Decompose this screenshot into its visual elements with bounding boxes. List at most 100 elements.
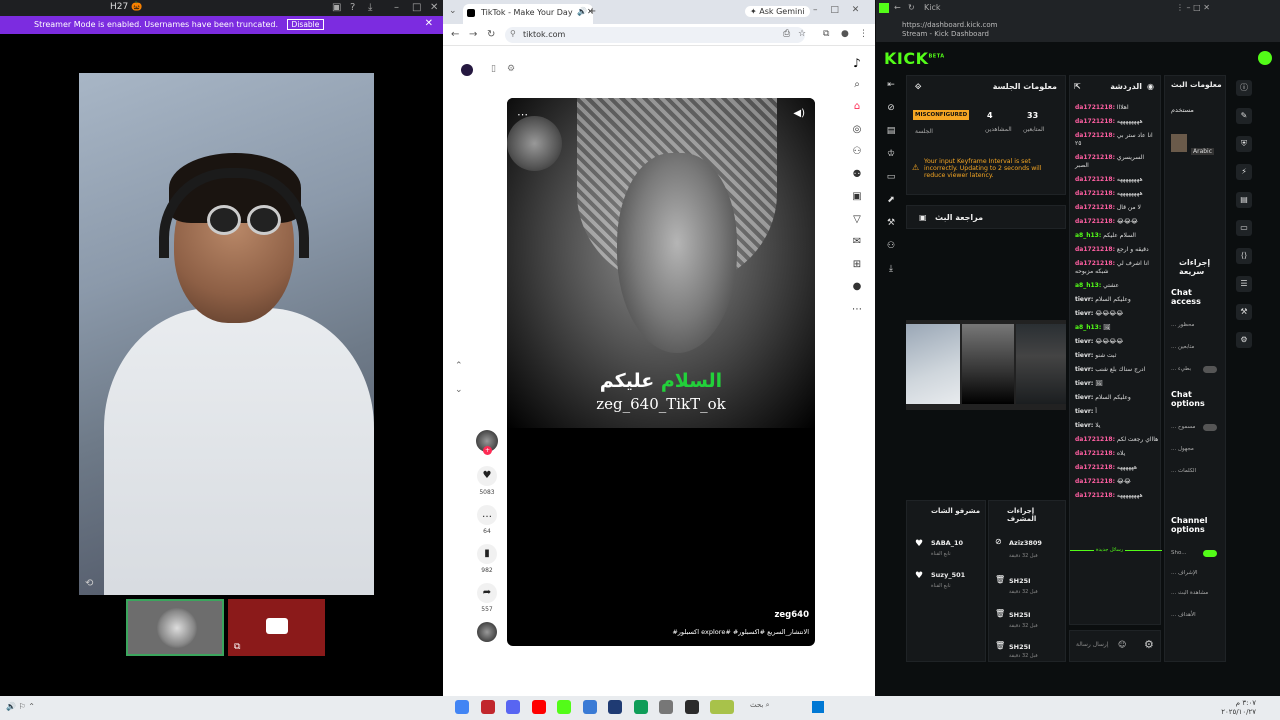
kick-url-bar[interactable]: https://dashboard.kick.com Stream - Kick…	[876, 18, 1280, 42]
chart-icon[interactable]: ⬈	[882, 195, 900, 218]
trophy-icon[interactable]: ♔	[882, 149, 900, 172]
video-sound-icon[interactable]: ◀)	[793, 108, 805, 119]
next-video-icon[interactable]: ⌄	[455, 378, 463, 402]
chat-username[interactable]: tievr:	[1075, 408, 1093, 415]
chat-username[interactable]: da1721218:	[1075, 246, 1115, 253]
home-icon[interactable]: ⌂	[847, 101, 867, 124]
site-info-icon[interactable]: ⚲	[510, 29, 516, 38]
author-avatar[interactable]: +	[476, 430, 498, 455]
stream-thumbnail[interactable]	[1171, 134, 1187, 152]
bolt-icon[interactable]: ⚡	[1234, 164, 1254, 192]
chat-username[interactable]: a8_h13:	[1075, 324, 1101, 331]
tiktok-video[interactable]: ⋯ ◀) السلام عليكم zeg_640_TikT_ok zeg640…	[507, 98, 815, 646]
window-controls[interactable]: – □ ✕	[813, 5, 859, 15]
back-icon[interactable]: ←	[451, 29, 459, 40]
help-icon[interactable]: ?	[350, 2, 355, 13]
reload-icon[interactable]: ↻	[487, 29, 495, 40]
chat-username[interactable]: da1721218:	[1075, 478, 1115, 485]
code-icon[interactable]: ⟨⟩	[1234, 248, 1254, 276]
kick-window-controls[interactable]: ⋮ – □ ✕	[1176, 3, 1210, 12]
chat-username[interactable]: da1721218:	[1075, 492, 1115, 499]
kick-back-icon[interactable]: ←	[894, 3, 901, 12]
pip-icon[interactable]: ▣	[332, 2, 341, 13]
comment-action[interactable]: … 64	[475, 505, 499, 535]
chat-popout-icon[interactable]: ⇱	[1074, 82, 1081, 91]
video-hashtags[interactable]: #اكسبلور explore# #الانتشار_السريع #اكسب…	[672, 628, 809, 636]
chat-username[interactable]: da1721218:	[1075, 450, 1115, 457]
chat-username[interactable]: tievr:	[1075, 338, 1093, 345]
show-label[interactable]: Sho...	[1171, 550, 1187, 556]
chrome-taskbar-icon[interactable]	[455, 700, 469, 714]
wrench-icon[interactable]: ⚒	[1234, 304, 1254, 332]
bookmark-star-icon[interactable]: ☆	[798, 29, 806, 39]
chat-username[interactable]: da1721218:	[1075, 204, 1115, 211]
profile-avatar-icon[interactable]: ●	[847, 281, 867, 304]
chat-username[interactable]: tievr:	[1075, 352, 1093, 359]
access-row-3[interactable]: ... بطيء	[1171, 366, 1191, 372]
people-icon[interactable]: ⚇	[882, 241, 900, 264]
speaker-icon[interactable]: 🔊	[577, 7, 587, 16]
tiktok-profile-dot[interactable]	[461, 64, 473, 76]
save-action[interactable]: ▮ 982	[475, 544, 499, 574]
more-icon[interactable]: ⋯	[847, 304, 867, 327]
emoji-icon[interactable]: ☺	[1118, 640, 1126, 649]
chat-username[interactable]: tievr:	[1075, 422, 1093, 429]
kick-tab-title[interactable]: Kick	[924, 3, 941, 12]
app6-taskbar-icon[interactable]	[582, 700, 597, 714]
comment-icon[interactable]: …	[477, 505, 497, 525]
activity-icon[interactable]: ▽	[847, 214, 867, 237]
banner-close-icon[interactable]: ✕	[425, 18, 433, 29]
chat-username[interactable]: a8_h13:	[1075, 282, 1101, 289]
chat-username[interactable]: tievr:	[1075, 366, 1093, 373]
chat-username[interactable]: tievr:	[1075, 310, 1093, 317]
url-input[interactable]: ⚲ tiktok.com	[505, 27, 805, 43]
action-user-1[interactable]: Aziz3809	[1009, 539, 1042, 547]
tray-icons-left[interactable]: 🔊 ⚐ ⌃	[6, 702, 35, 711]
list-icon[interactable]: ☰	[1234, 276, 1254, 304]
settings-icon[interactable]: ⚙	[507, 64, 515, 74]
option-row-3[interactable]: ... الكلمات	[1171, 468, 1196, 474]
chat-username[interactable]: tievr:	[1075, 394, 1093, 401]
main-video-feed[interactable]: ⟲	[79, 73, 374, 595]
like-action[interactable]: ♥ 5083	[475, 466, 499, 496]
prev-video-icon[interactable]: ⌃	[455, 354, 463, 378]
app11-taskbar-icon[interactable]	[710, 700, 734, 714]
live-icon[interactable]: ▣	[847, 191, 867, 214]
link-icon[interactable]: ⊘	[882, 103, 900, 126]
info-icon[interactable]: ⓘ	[1234, 80, 1254, 108]
chat-settings-icon[interactable]: ⚙	[1144, 638, 1154, 651]
app2-taskbar-icon[interactable]	[480, 700, 495, 714]
extensions-icon[interactable]: ⧉	[823, 29, 829, 39]
collapse-icon[interactable]: ⇤	[882, 80, 900, 103]
action-user-2[interactable]: SH25I	[1009, 577, 1031, 585]
chat-username[interactable]: da1721218:	[1075, 436, 1115, 443]
explore-icon[interactable]: ◎	[847, 124, 867, 147]
chat-username[interactable]: da1721218:	[1075, 176, 1115, 183]
kick-logo[interactable]: KICKBETA	[884, 49, 945, 68]
messages-icon[interactable]: ✉	[847, 236, 867, 259]
maximize-icon[interactable]: □	[412, 2, 421, 13]
slow-mode-toggle[interactable]	[1203, 366, 1217, 373]
tool-icon[interactable]: ⚒	[882, 218, 900, 241]
new-tab-icon[interactable]: +	[588, 6, 596, 17]
app7-taskbar-icon[interactable]	[608, 700, 622, 714]
channel-row-2[interactable]: ... مشاهدة البث	[1171, 590, 1208, 596]
share-action[interactable]: ➦ 557	[475, 583, 499, 613]
chat-username[interactable]: da1721218:	[1075, 154, 1115, 161]
upload-icon[interactable]: ⊞	[847, 259, 867, 282]
tab-tiktok[interactable]: TikTok - Make Your Day 🔊 ✕	[463, 4, 594, 24]
forward-icon[interactable]: →	[469, 29, 477, 40]
chat-username[interactable]: tievr:	[1075, 296, 1093, 303]
kick-reload-icon[interactable]: ↻	[908, 3, 915, 12]
taskbar-clock[interactable]: ٣:٠٧ م ٢٠٢٥/١٠/٢٧	[1221, 699, 1256, 717]
chat-username[interactable]: tievr:	[1075, 380, 1093, 387]
download-icon[interactable]: ⤓	[368, 2, 372, 13]
friends-icon[interactable]: ⚉	[847, 169, 867, 192]
sound-avatar[interactable]	[477, 622, 497, 642]
kick-taskbar-icon[interactable]	[557, 700, 571, 714]
video-more-icon[interactable]: ⋯	[517, 108, 528, 121]
camera-icon[interactable]: ▭	[882, 172, 900, 195]
option-toggle-1[interactable]	[1203, 424, 1217, 431]
participant-thumbnail[interactable]	[126, 599, 224, 656]
chat-username[interactable]: da1721218:	[1075, 132, 1115, 139]
